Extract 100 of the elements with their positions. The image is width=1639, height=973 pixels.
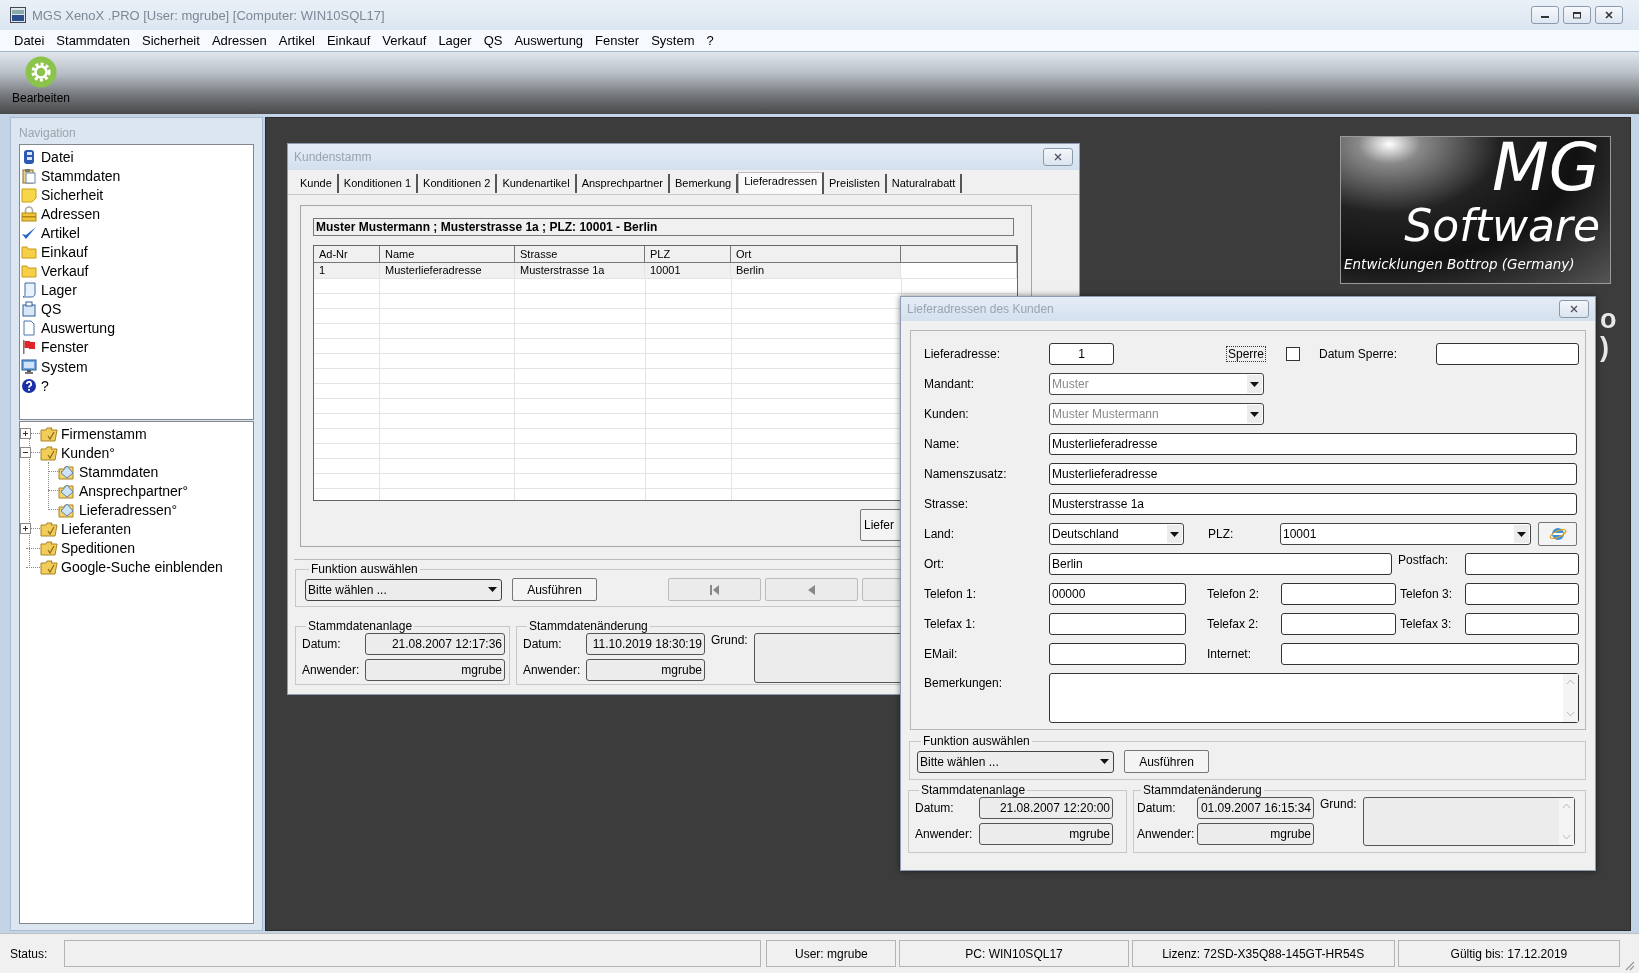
text-field[interactable]: Berlin <box>1049 553 1392 575</box>
user-field: mgrube <box>365 659 505 681</box>
tree-item[interactable]: Google-Suche einblenden <box>20 557 223 577</box>
checkbox[interactable] <box>1286 347 1301 361</box>
toolbar-button[interactable]: Bearbeiten <box>12 52 71 105</box>
text-field[interactable] <box>1281 613 1396 635</box>
navigation-item[interactable]: ? <box>20 376 49 396</box>
navigation-item[interactable]: Adressen <box>20 204 101 224</box>
first-record-button[interactable] <box>668 578 761 601</box>
menu-item[interactable]: Stammdaten <box>50 33 137 48</box>
maximize-button[interactable] <box>1563 6 1591 24</box>
tab[interactable]: Kundenartikel <box>497 174 577 193</box>
menu-item[interactable]: Adressen <box>205 33 273 48</box>
menu-item[interactable]: QS <box>477 33 509 48</box>
close-button[interactable] <box>1043 148 1073 166</box>
table-cell: Musterlieferadresse <box>380 263 515 278</box>
column-header[interactable]: Ad-Nr <box>314 246 380 263</box>
navigation-item[interactable]: Lager <box>20 280 77 300</box>
folder-icon <box>21 263 37 280</box>
tab[interactable]: Ansprechpartner <box>576 174 670 193</box>
field-label: Ort: <box>924 557 945 571</box>
status-panel: User: mgrube <box>766 940 897 967</box>
tab[interactable]: Preislisten <box>824 174 887 193</box>
resize-grip-icon[interactable] <box>1623 959 1635 971</box>
execute-button[interactable]: Ausführen <box>1124 750 1209 773</box>
column-header[interactable]: Name <box>380 246 515 263</box>
expand-toggle[interactable] <box>20 523 31 535</box>
menu-item[interactable]: Artikel <box>272 33 321 48</box>
navigation-item[interactable]: QS <box>20 299 62 319</box>
panel-title: Navigation <box>18 125 77 142</box>
text-field[interactable]: Musterlieferadresse <box>1049 433 1577 455</box>
text-field[interactable] <box>1465 613 1579 635</box>
menu-item[interactable]: Sicherheit <box>136 33 206 48</box>
tree-item[interactable]: Stammdaten <box>20 462 159 482</box>
tab[interactable]: Konditionen 2 <box>418 174 498 193</box>
text-field[interactable] <box>1465 583 1579 605</box>
field-label: Grund: <box>711 633 748 647</box>
navigation-item[interactable]: Stammdaten <box>20 166 121 186</box>
group-title: Funktion auswählen <box>310 562 419 576</box>
menu-item[interactable]: Datei <box>8 33 51 48</box>
navigation-item[interactable]: System <box>20 357 88 377</box>
text-field[interactable]: 00000 <box>1049 583 1186 605</box>
tree-item[interactable]: Lieferanten <box>20 519 132 539</box>
navigation-item[interactable]: Datei <box>20 147 74 167</box>
navigation-item[interactable]: Fenster <box>20 337 89 358</box>
tab[interactable]: Kunde <box>295 174 339 193</box>
tab[interactable]: Naturalrabatt <box>886 174 963 193</box>
status-panel: Lizenz: 72SD-X35Q88-145GT-HR54S <box>1131 940 1395 967</box>
navigation-item[interactable]: Auswertung <box>20 318 115 338</box>
dropdown-field[interactable]: Bitte wählen ... <box>305 578 502 601</box>
tab[interactable]: Lieferadressen <box>738 172 825 194</box>
web-button[interactable] <box>1538 522 1577 546</box>
text-field[interactable] <box>1049 643 1186 665</box>
expand-toggle[interactable] <box>20 428 31 439</box>
date-field[interactable] <box>1436 343 1580 365</box>
field-label: Datum: <box>523 637 563 651</box>
close-button[interactable] <box>1595 6 1623 24</box>
table-cell: Musterstrasse 1a <box>515 263 645 278</box>
caret-icon <box>1250 381 1259 387</box>
field-label: Grund: <box>1320 797 1357 811</box>
field-label: Strasse: <box>924 497 969 511</box>
dropdown-field[interactable]: Deutschland <box>1049 523 1184 545</box>
text-field[interactable]: Musterstrasse 1a <box>1049 493 1577 515</box>
navigation-item[interactable]: Einkauf <box>20 242 88 262</box>
tree-item[interactable]: Firmenstamm <box>20 424 147 444</box>
tree-item[interactable]: Lieferadressen° <box>20 500 178 520</box>
field-label: Anwender: <box>915 827 974 841</box>
menu-item[interactable]: Verkauf <box>376 33 433 48</box>
dropdown-field[interactable]: Bitte wählen ... <box>917 750 1114 773</box>
navigation-item[interactable]: Verkauf <box>20 261 89 281</box>
field-label: Lieferadresse: <box>924 347 1002 361</box>
tree-item[interactable]: Kunden° <box>20 443 115 463</box>
tree-item[interactable]: Ansprechpartner° <box>20 481 189 501</box>
window-title: MGS XenoX .PRO [User: mgrube] [Computer: WIN10SQL17] <box>32 7 385 23</box>
menu-item[interactable]: Auswertung <box>508 33 590 48</box>
minimize-button[interactable] <box>1531 6 1559 24</box>
column-header[interactable]: PLZ <box>645 246 731 263</box>
text-field[interactable] <box>1281 643 1579 665</box>
text-field[interactable] <box>1465 553 1579 575</box>
folder-icon <box>58 482 76 499</box>
text-field[interactable] <box>1049 613 1186 635</box>
text-field[interactable]: Musterlieferadresse <box>1049 463 1577 485</box>
menu-item[interactable]: ? <box>700 33 720 48</box>
execute-button[interactable]: Ausführen <box>512 578 597 601</box>
menu-item[interactable]: Fenster <box>589 33 646 48</box>
tree-item[interactable]: Speditionen <box>20 538 135 558</box>
menu-item[interactable]: Lager <box>432 33 478 48</box>
navigation-item[interactable]: Artikel <box>20 223 80 243</box>
menu-item[interactable]: Einkauf <box>320 33 377 48</box>
column-header[interactable]: Strasse <box>515 246 645 263</box>
column-header[interactable]: Ort <box>731 246 901 263</box>
group-title: Stammdatenanlage <box>307 619 414 633</box>
tab[interactable]: Konditionen 1 <box>338 174 419 193</box>
menu-item[interactable]: System <box>645 33 701 48</box>
expand-toggle[interactable] <box>20 447 31 459</box>
dropdown-field[interactable]: 10001 <box>1280 523 1531 545</box>
text-field[interactable] <box>1281 583 1396 605</box>
user-field: mgrube <box>586 659 705 681</box>
navigation-item[interactable]: Sicherheit <box>20 185 104 205</box>
close-button[interactable] <box>1559 300 1589 318</box>
